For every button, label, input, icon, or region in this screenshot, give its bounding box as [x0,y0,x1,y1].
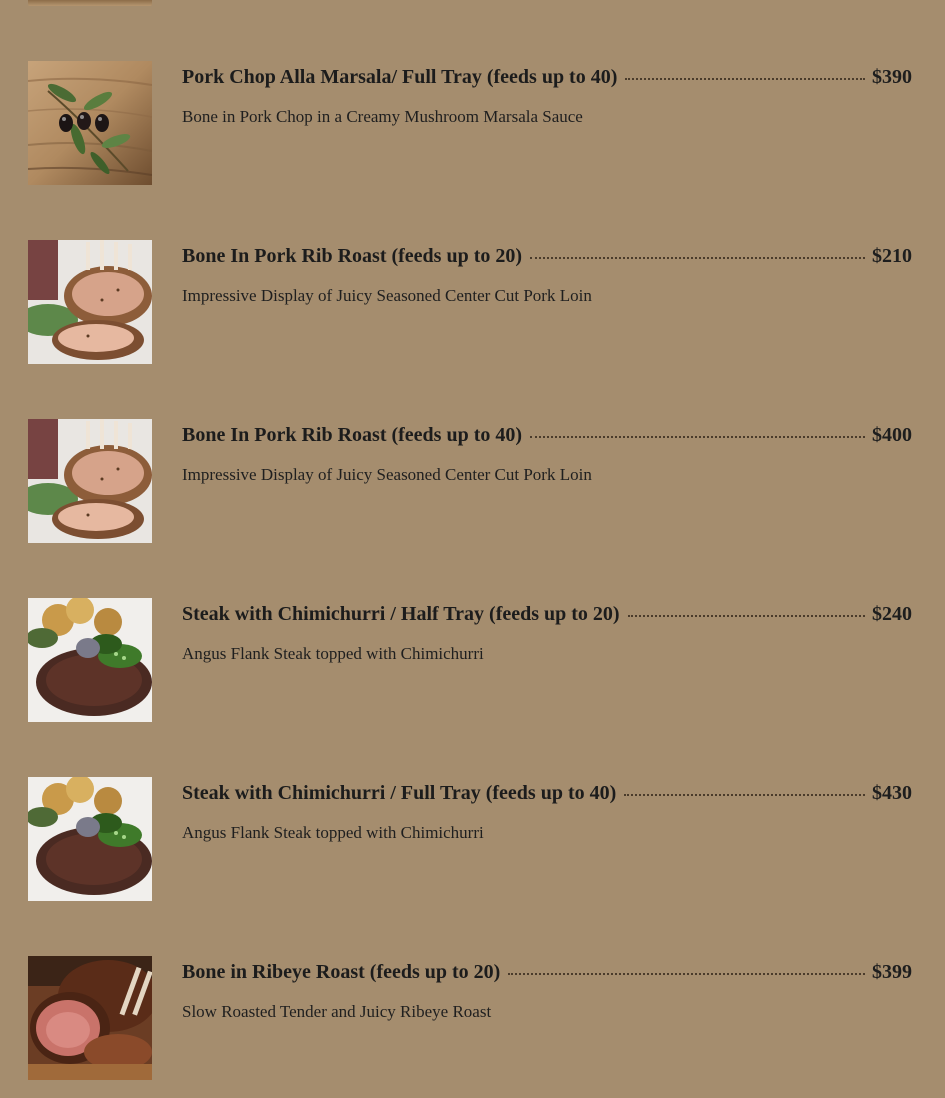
item-image-pork-rib-roast[interactable] [28,419,152,543]
item-name[interactable]: Steak with Chimichurri / Full Tray (feed… [182,781,616,805]
item-title-row: Bone In Pork Rib Roast (feeds up to 20) … [182,244,912,272]
item-description: Bone in Pork Chop in a Creamy Mushroom M… [182,107,583,126]
item-description: Impressive Display of Juicy Seasoned Cen… [182,465,592,484]
item-price: $390 [872,66,912,88]
item-image-olive-branch[interactable] [28,61,152,185]
dotted-leader [530,423,865,438]
item-name[interactable]: Steak with Chimichurri / Half Tray (feed… [182,602,620,626]
item-title-row: Bone In Pork Rib Roast (feeds up to 40) … [182,423,912,451]
item-image-steak-chimichurri[interactable] [28,598,152,722]
item-price: $430 [872,782,912,804]
item-name[interactable]: Bone in Ribeye Roast (feeds up to 20) [182,960,500,984]
dotted-leader [530,244,865,259]
item-name[interactable]: Bone In Pork Rib Roast (feeds up to 20) [182,244,522,268]
menu-item: Steak with Chimichurri / Full Tray (feed… [28,777,912,901]
previous-item-image[interactable] [28,0,152,6]
item-title-row: Steak with Chimichurri / Full Tray (feed… [182,781,912,809]
item-image-pork-rib-roast[interactable] [28,240,152,364]
item-description: Slow Roasted Tender and Juicy Ribeye Roa… [182,1002,492,1021]
item-price: $240 [872,603,912,625]
item-name[interactable]: Pork Chop Alla Marsala/ Full Tray (feeds… [182,65,617,89]
menu-item: Bone in Ribeye Roast (feeds up to 20) $3… [28,956,912,1080]
item-title-row: Bone in Ribeye Roast (feeds up to 20) $3… [182,960,912,988]
item-name[interactable]: Bone In Pork Rib Roast (feeds up to 40) [182,423,522,447]
menu-item: Bone In Pork Rib Roast (feeds up to 40) … [28,419,912,543]
dotted-leader [624,781,865,796]
item-title-row: Pork Chop Alla Marsala/ Full Tray (feeds… [182,65,912,93]
item-description: Angus Flank Steak topped with Chimichurr… [182,644,484,663]
dotted-leader [625,65,865,80]
dotted-leader [508,960,865,975]
item-image-steak-chimichurri[interactable] [28,777,152,901]
menu-item: Pork Chop Alla Marsala/ Full Tray (feeds… [28,61,912,185]
menu-item: Bone In Pork Rib Roast (feeds up to 20) … [28,240,912,364]
item-price: $399 [872,961,912,983]
item-title-row: Steak with Chimichurri / Half Tray (feed… [182,602,912,630]
item-price: $400 [872,424,912,446]
item-description: Impressive Display of Juicy Seasoned Cen… [182,286,592,305]
item-description: Angus Flank Steak topped with Chimichurr… [182,823,484,842]
item-price: $210 [872,245,912,267]
menu-item: Steak with Chimichurri / Half Tray (feed… [28,598,912,722]
item-image-ribeye-roast[interactable] [28,956,152,1080]
dotted-leader [627,602,865,617]
